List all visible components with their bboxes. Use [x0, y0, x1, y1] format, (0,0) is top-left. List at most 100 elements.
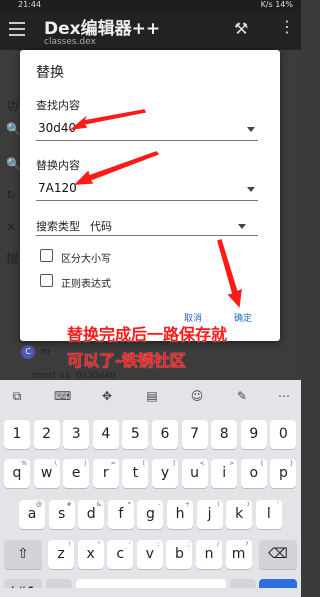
- search-icon[interactable]: 🔍: [6, 122, 21, 136]
- app-title: Dex编辑器++: [44, 19, 161, 39]
- key-9-label: 9: [249, 426, 259, 442]
- key-n-hint: /: [216, 541, 219, 548]
- bg-function-label: 功: [6, 99, 19, 113]
- key-4[interactable]: 4: [92, 420, 119, 449]
- emoji-icon[interactable]: ☺: [189, 388, 205, 404]
- key-h-hint: +: [184, 501, 190, 508]
- key-5[interactable]: 5: [122, 420, 149, 449]
- key-v[interactable]: v:: [136, 540, 163, 569]
- clipboard-icon[interactable]: ▤: [144, 388, 160, 404]
- key-p-hint: }: [289, 460, 294, 467]
- sticker-icon[interactable]: ⧉: [9, 388, 25, 404]
- key-z[interactable]: z!: [48, 540, 74, 569]
- status-time: 21:44: [18, 0, 42, 9]
- case-sensitive-checkbox[interactable]: [40, 249, 53, 262]
- key-n[interactable]: n /: [196, 540, 222, 569]
- hammer-icon[interactable]: ⚒: [234, 19, 248, 38]
- key-l[interactable]: l ': [255, 500, 282, 529]
- key-i-hint: >: [229, 460, 235, 467]
- find-history-dropdown-icon[interactable]: [247, 127, 255, 132]
- key-a[interactable]: a @: [19, 500, 45, 529]
- more-vert-icon[interactable]: ⋮: [279, 17, 295, 36]
- key-x-hint: ": [97, 541, 101, 548]
- app-subtitle: classes.dex: [44, 37, 96, 47]
- status-system-info: K/s 14%: [260, 0, 293, 9]
- key-4-label: 4: [101, 426, 111, 442]
- key-r-hint: =: [110, 460, 116, 467]
- key-w[interactable]: w \: [33, 459, 60, 488]
- find-label: 查找内容: [36, 99, 80, 112]
- key-8-label: 8: [219, 426, 229, 442]
- key-7[interactable]: 7: [181, 420, 208, 449]
- key-d[interactable]: d &: [78, 500, 105, 529]
- key-1[interactable]: 1: [4, 420, 30, 449]
- shift-key[interactable]: ⇧: [4, 540, 42, 569]
- confirm-button[interactable]: 确定: [234, 311, 252, 324]
- key-m[interactable]: m?: [225, 540, 252, 569]
- key-z-hint: !: [68, 541, 71, 548]
- key-o[interactable]: o{: [240, 459, 267, 488]
- key-j-hint: (: [217, 501, 220, 508]
- key-t[interactable]: t[: [122, 459, 149, 488]
- menu-icon[interactable]: [9, 22, 25, 36]
- bg-search-label: 搜: [6, 252, 19, 266]
- key-h[interactable]: h +: [167, 500, 193, 529]
- handwriting-icon[interactable]: ✎: [234, 388, 250, 404]
- key-r[interactable]: r =: [92, 459, 119, 488]
- backspace-key[interactable]: ⌫: [259, 540, 297, 569]
- key-w-hint: \: [54, 460, 57, 467]
- key-8[interactable]: 8: [211, 420, 238, 449]
- search-type-select[interactable]: 搜索类型 代码: [36, 214, 258, 236]
- key-v-hint: :: [157, 541, 160, 548]
- key-q-hint: %: [21, 460, 27, 467]
- key-g[interactable]: g-: [137, 500, 164, 529]
- replace-input[interactable]: [36, 177, 236, 199]
- key-1-label: 1: [12, 426, 22, 442]
- status-bar: 21:44 K/s 14%: [0, 0, 301, 10]
- replace-label: 替换内容: [36, 159, 80, 172]
- cursor-move-icon[interactable]: ✥: [99, 388, 115, 404]
- key-b-hint: ;: [187, 541, 190, 548]
- key-m-hint: ?: [245, 541, 249, 548]
- key-2[interactable]: 2: [33, 420, 60, 449]
- keyboard-icon[interactable]: ⌨: [54, 388, 71, 404]
- key-l-hint: ': [277, 501, 279, 508]
- key-0[interactable]: 0: [270, 420, 297, 449]
- find-input[interactable]: [36, 117, 236, 139]
- key-p[interactable]: p}: [270, 459, 297, 488]
- key-u[interactable]: u <: [181, 459, 208, 488]
- key-o-hint: {: [259, 460, 264, 467]
- key-j[interactable]: j(: [196, 500, 223, 529]
- key-9[interactable]: 9: [240, 420, 267, 449]
- key-0-label: 0: [278, 426, 288, 442]
- key-i[interactable]: i >: [211, 459, 238, 488]
- refresh-icon[interactable]: ↻: [6, 188, 16, 202]
- key-c[interactable]: c ': [107, 540, 134, 569]
- soft-keyboard: ⧉ ⌨ ✥ ▤ ☺ ✎ ⋯ 1 2 3 4 5 6 7 8 9 0 q% w \ e | r = t[y] u < i >…: [0, 380, 301, 597]
- key-k-hint: ): [246, 501, 250, 508]
- close-icon[interactable]: ✕: [6, 220, 16, 234]
- key-f[interactable]: f *: [107, 500, 134, 529]
- key-q[interactable]: q%: [4, 459, 30, 488]
- regex-label: 正则表达式: [61, 279, 111, 290]
- replace-dialog: 替换 查找内容 替换内容 搜索类型 代码 区分大小写 正则表达式 取消 确定: [20, 50, 280, 341]
- key-e[interactable]: e |: [63, 459, 90, 488]
- key-y-hint: ]: [172, 460, 175, 467]
- replace-history-dropdown-icon[interactable]: [247, 187, 255, 192]
- regex-checkbox[interactable]: [40, 274, 53, 287]
- list-item-name[interactable]: m: [41, 347, 50, 357]
- key-6-label: 6: [160, 426, 170, 442]
- annotation-line-1: 替换完成后一路保存就: [67, 325, 228, 344]
- key-k[interactable]: k): [226, 500, 253, 529]
- key-3[interactable]: 3: [63, 420, 90, 449]
- more-icon[interactable]: ⋯: [276, 388, 292, 404]
- key-s[interactable]: s #: [48, 500, 75, 529]
- key-x[interactable]: x ": [77, 540, 104, 569]
- key-y[interactable]: y]: [152, 459, 178, 488]
- key-6[interactable]: 6: [152, 420, 178, 449]
- search-type-chevron-icon[interactable]: [238, 224, 246, 229]
- replace-search-icon[interactable]: 🔍: [6, 157, 21, 171]
- key-b[interactable]: b;: [166, 540, 193, 569]
- navigation-bar: [0, 588, 301, 597]
- app-bar: Dex编辑器++ classes.dex ⚒ ⋮: [0, 10, 301, 50]
